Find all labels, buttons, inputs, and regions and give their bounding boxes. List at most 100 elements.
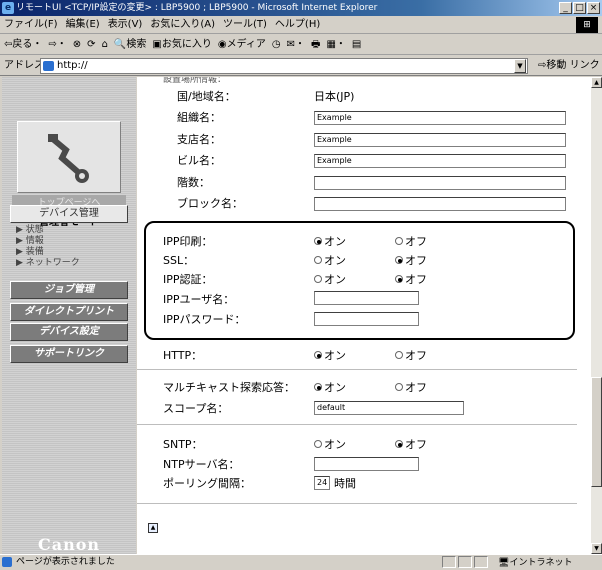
scroll-down-icon[interactable]: ▼ bbox=[591, 543, 602, 554]
go-button[interactable]: ⇨移動 bbox=[538, 60, 566, 71]
menu-tools[interactable]: ツール(T) bbox=[223, 16, 267, 33]
ntp-server-field[interactable] bbox=[314, 457, 419, 471]
sidebar-item-network[interactable]: ▶ ネットワーク bbox=[16, 258, 80, 269]
favorites-button[interactable]: ▣お気に入り bbox=[152, 35, 211, 54]
ipp-print-off-radio[interactable]: オフ bbox=[395, 233, 427, 249]
support-link-button[interactable]: サポートリンク bbox=[10, 345, 128, 363]
radio-off-icon bbox=[395, 351, 403, 359]
ssl-off-radio[interactable]: オフ bbox=[395, 252, 427, 268]
radio-on-icon bbox=[395, 440, 403, 448]
ssl-label: SSL： bbox=[163, 254, 195, 267]
floor-field[interactable] bbox=[314, 176, 566, 190]
sntp-on-radio[interactable]: オン bbox=[314, 436, 346, 452]
ipp-password-label: IPPパスワード： bbox=[163, 313, 246, 326]
edit-icon[interactable]: ▦・ bbox=[326, 35, 345, 54]
menu-help[interactable]: ヘルプ(H) bbox=[275, 16, 320, 33]
branch-label: 支店名： bbox=[177, 133, 221, 146]
scope-label: スコープ名： bbox=[163, 402, 229, 415]
address-dropdown-icon[interactable]: ▼ bbox=[514, 59, 526, 73]
building-field[interactable]: Example bbox=[314, 154, 566, 168]
on-label: オン bbox=[324, 254, 346, 267]
scroll-up-icon[interactable]: ▲ bbox=[591, 77, 602, 88]
discuss-icon[interactable]: ▤ bbox=[352, 35, 361, 54]
off-label: オフ bbox=[405, 381, 427, 394]
vertical-scrollbar[interactable]: ▲ ▼ bbox=[591, 77, 602, 554]
status-bar: ページが表示されました 🖥イントラネット bbox=[0, 554, 602, 568]
http-on-radio[interactable]: オン bbox=[314, 347, 346, 363]
ipp-user-field[interactable] bbox=[314, 291, 419, 305]
links-button[interactable]: リンク bbox=[570, 60, 600, 71]
menu-favorites[interactable]: お気に入り(A) bbox=[150, 16, 215, 33]
refresh-icon[interactable]: ⟳ bbox=[87, 35, 95, 54]
radio-on-icon bbox=[314, 237, 322, 245]
off-label: オフ bbox=[405, 349, 427, 362]
zone-label: イントラネット bbox=[509, 558, 573, 568]
divider bbox=[137, 424, 577, 425]
radio-off-icon bbox=[395, 237, 403, 245]
search-button[interactable]: 🔍検索 bbox=[114, 35, 146, 54]
branch-field[interactable]: Example bbox=[314, 133, 566, 147]
favorites-label: お気に入り bbox=[161, 39, 212, 50]
sidebar-item-info[interactable]: ▶ 情報 bbox=[16, 236, 44, 247]
multicast-label: マルチキャスト探索応答： bbox=[163, 381, 295, 394]
menu-file[interactable]: ファイル(F) bbox=[4, 16, 58, 33]
ssl-on-radio[interactable]: オン bbox=[314, 252, 346, 268]
section-header: 設置場所情報： bbox=[163, 77, 227, 85]
radio-off-icon bbox=[314, 256, 322, 264]
maximize-button[interactable]: □ bbox=[573, 2, 586, 14]
mail-icon[interactable]: ✉・ bbox=[287, 35, 305, 54]
page-icon bbox=[43, 61, 54, 71]
radio-on-icon bbox=[395, 275, 403, 283]
scroll-thumb[interactable] bbox=[591, 377, 602, 487]
ie-icon: e bbox=[2, 2, 14, 14]
history-icon[interactable]: ◷ bbox=[272, 35, 281, 54]
multicast-on-radio[interactable]: オン bbox=[314, 379, 346, 395]
polling-label: ポーリング間隔： bbox=[163, 477, 251, 490]
status-pane bbox=[474, 556, 488, 568]
ipp-auth-on-radio[interactable]: オン bbox=[314, 271, 346, 287]
ipp-auth-label: IPP認証： bbox=[163, 273, 213, 286]
off-label: オフ bbox=[405, 273, 427, 286]
on-label: オン bbox=[324, 438, 346, 451]
divider bbox=[137, 369, 577, 370]
sidebar-item-status[interactable]: ▶ 状態 bbox=[16, 225, 44, 236]
radio-off-icon bbox=[314, 275, 322, 283]
direct-print-button[interactable]: ダイレクトプリント bbox=[10, 303, 128, 321]
minimize-button[interactable]: _ bbox=[559, 2, 572, 14]
off-label: オフ bbox=[405, 438, 427, 451]
menu-view[interactable]: 表示(V) bbox=[108, 16, 143, 33]
scope-field[interactable]: default bbox=[314, 401, 464, 415]
block-field[interactable] bbox=[314, 197, 566, 211]
stop-icon[interactable]: ⊗ bbox=[73, 35, 81, 54]
ipp-password-field[interactable] bbox=[314, 312, 419, 326]
http-off-radio[interactable]: オフ bbox=[395, 347, 427, 363]
job-manage-button[interactable]: ジョブ管理 bbox=[10, 281, 128, 299]
multicast-off-radio[interactable]: オフ bbox=[395, 379, 427, 395]
print-icon[interactable]: 🖶 bbox=[311, 35, 320, 54]
device-settings-button[interactable]: デバイス設定 bbox=[10, 323, 128, 341]
polling-field[interactable]: 24 bbox=[314, 476, 330, 490]
ipp-auth-off-radio[interactable]: オフ bbox=[395, 271, 427, 287]
search-label: 検索 bbox=[126, 39, 147, 50]
address-input[interactable]: http:// bbox=[40, 58, 528, 74]
media-button[interactable]: ◉メディア bbox=[218, 35, 266, 54]
floor-label: 階数： bbox=[177, 176, 210, 189]
sntp-off-radio[interactable]: オフ bbox=[395, 436, 427, 452]
ipp-print-on-radio[interactable]: オン bbox=[314, 233, 346, 249]
sidebar-item-equipment[interactable]: ▶ 装備 bbox=[16, 247, 44, 258]
page-top-icon[interactable]: ▲ bbox=[148, 523, 158, 533]
organization-label: 組織名： bbox=[177, 111, 221, 124]
device-manage-button[interactable]: デバイス管理 bbox=[10, 205, 128, 223]
sntp-label: SNTP： bbox=[163, 438, 203, 451]
on-label: オン bbox=[324, 381, 346, 394]
menu-edit[interactable]: 編集(E) bbox=[66, 16, 100, 33]
status-text: ページが表示されました bbox=[16, 557, 115, 567]
close-button[interactable]: × bbox=[587, 2, 600, 14]
block-label: ブロック名： bbox=[177, 197, 243, 210]
organization-field[interactable]: Example bbox=[314, 111, 566, 125]
address-value: http:// bbox=[57, 60, 88, 71]
back-button[interactable]: ⇦戻る・ bbox=[4, 35, 42, 54]
forward-button[interactable]: ⇨・ bbox=[48, 35, 66, 54]
address-bar: アドレス(D) http:// ▼ ⇨移動 リンク bbox=[0, 56, 602, 76]
home-icon[interactable]: ⌂ bbox=[102, 35, 108, 54]
